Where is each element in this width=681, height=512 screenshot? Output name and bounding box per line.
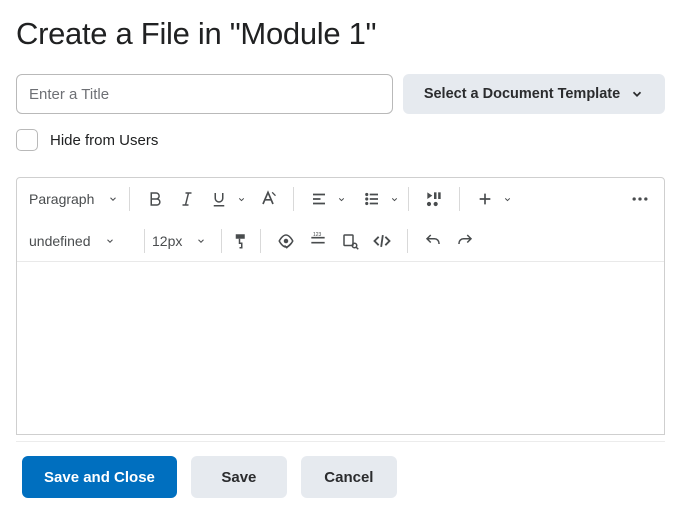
save-and-close-button[interactable]: Save and Close [22,456,177,498]
paragraph-dropdown[interactable]: Paragraph [25,191,126,207]
separator [293,187,294,211]
chevron-down-icon [390,195,399,204]
title-row: Select a Document Template [16,74,665,114]
separator [129,187,130,211]
svg-text:123: 123 [313,232,322,238]
font-size-label: 12px [152,233,182,249]
accessibility-check-button[interactable] [270,225,302,257]
underline-combo[interactable] [203,183,246,215]
chevron-down-icon [503,195,512,204]
separator [221,229,222,253]
separator [408,187,409,211]
paragraph-label: Paragraph [29,191,94,207]
separator [459,187,460,211]
title-input[interactable] [16,74,393,114]
separator [260,229,261,253]
more-button[interactable] [624,183,656,215]
font-size-dropdown[interactable]: 12px [148,233,218,249]
editor-content-area[interactable] [17,262,664,434]
hide-from-users-row: Hide from Users [16,129,665,151]
format-painter-button[interactable] [225,225,257,257]
separator [144,229,145,253]
insert-combo[interactable] [469,183,512,215]
align-left-button[interactable] [303,183,335,215]
preview-button[interactable] [334,225,366,257]
select-template-button[interactable]: Select a Document Template [403,74,665,114]
list-button[interactable] [356,183,388,215]
save-button[interactable]: Save [191,456,287,498]
separator [407,229,408,253]
cancel-button[interactable]: Cancel [301,456,397,498]
rich-text-editor: Paragraph [16,177,665,435]
toolbar-row-2: undefined 12px 123 [17,220,664,262]
redo-button[interactable] [449,225,481,257]
font-family-dropdown[interactable]: undefined [25,233,141,249]
bold-button[interactable] [139,183,171,215]
footer-actions: Save and Close Save Cancel [16,441,665,512]
list-combo[interactable] [356,183,399,215]
insert-stuff-button[interactable] [418,183,450,215]
source-code-button[interactable] [366,225,398,257]
underline-button[interactable] [203,183,235,215]
align-combo[interactable] [303,183,346,215]
chevron-down-icon [108,194,118,204]
select-template-label: Select a Document Template [424,86,620,102]
chevron-down-icon [630,87,644,101]
undo-button[interactable] [417,225,449,257]
word-count-button[interactable]: 123 [302,225,334,257]
text-color-button[interactable] [252,183,284,215]
page-title: Create a File in "Module 1" [16,16,665,52]
italic-button[interactable] [171,183,203,215]
hide-from-users-label: Hide from Users [50,132,158,149]
hide-from-users-checkbox[interactable] [16,129,38,151]
plus-button[interactable] [469,183,501,215]
chevron-down-icon [237,195,246,204]
font-family-label: undefined [29,233,91,249]
chevron-down-icon [196,236,206,246]
toolbar-row-1: Paragraph [17,178,664,220]
chevron-down-icon [337,195,346,204]
chevron-down-icon [105,236,115,246]
